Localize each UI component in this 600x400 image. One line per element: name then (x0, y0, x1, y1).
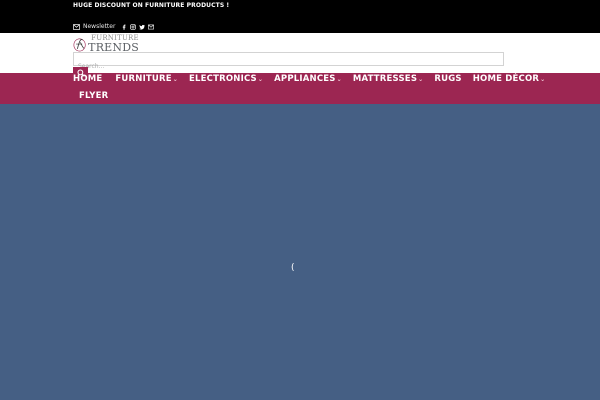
nav-item-label: FURNITURE (115, 74, 172, 84)
main-nav: HOME FURNITURE ⌄ ELECTRONICS ⌄ APPLIANCE… (0, 67, 600, 104)
nav-item-appliances[interactable]: APPLIANCES ⌄ (274, 74, 342, 84)
top-bar: HUGE DISCOUNT ON FURNITURE PRODUCTS ! Ne… (0, 0, 600, 33)
nav-menu: HOME FURNITURE ⌄ ELECTRONICS ⌄ APPLIANCE… (73, 73, 556, 85)
chevron-down-icon: ⌄ (540, 75, 546, 83)
promo-text: HUGE DISCOUNT ON FURNITURE PRODUCTS ! (73, 2, 230, 9)
chevron-down-icon: ⌄ (172, 75, 179, 83)
site-logo[interactable]: FURNITURE TRENDS (73, 34, 139, 54)
logo-mark-icon (73, 37, 86, 51)
site-header: FURNITURE TRENDS (0, 33, 600, 73)
nav-item-rugs[interactable]: RUGS (434, 74, 461, 84)
nav-item-home-decor[interactable]: HOME DÉCOR ⌄ (473, 74, 546, 84)
chevron-down-icon: ⌄ (336, 75, 342, 83)
nav-item-label: HOME DÉCOR (472, 74, 540, 84)
nav-item-mattresses[interactable]: MATTRESSES ⌄ (353, 74, 424, 84)
facebook-icon[interactable] (121, 23, 127, 30)
main-content: ( (0, 104, 600, 400)
logo-text: FURNITURE TRENDS (88, 35, 139, 54)
envelope-icon (73, 23, 80, 30)
nav-item-label: MATTRESSES (352, 74, 418, 84)
nav-item-home[interactable]: HOME (73, 74, 102, 84)
loading-spinner: ( (291, 263, 295, 273)
nav-menu-row2: FLYER (79, 91, 119, 101)
newsletter-link[interactable]: Newsletter (73, 23, 115, 30)
newsletter-label: Newsletter (83, 23, 116, 30)
nav-item-label: HOME (73, 74, 103, 84)
email-icon[interactable] (148, 23, 154, 30)
nav-item-furniture[interactable]: FURNITURE ⌄ (115, 74, 178, 84)
search-box (73, 52, 504, 73)
search-input[interactable] (74, 60, 503, 73)
nav-item-flyer[interactable]: FLYER (79, 91, 108, 101)
chevron-down-icon: ⌄ (257, 75, 264, 83)
nav-item-label: RUGS (434, 74, 462, 84)
nav-item-label: APPLIANCES (274, 74, 336, 84)
nav-item-label: ELECTRONICS (189, 74, 257, 84)
nav-item-electronics[interactable]: ELECTRONICS ⌄ (189, 74, 263, 84)
twitter-icon[interactable] (139, 23, 145, 30)
instagram-icon[interactable] (130, 23, 136, 30)
chevron-down-icon: ⌄ (418, 75, 424, 83)
social-links (121, 23, 154, 30)
nav-item-label: FLYER (79, 91, 109, 101)
